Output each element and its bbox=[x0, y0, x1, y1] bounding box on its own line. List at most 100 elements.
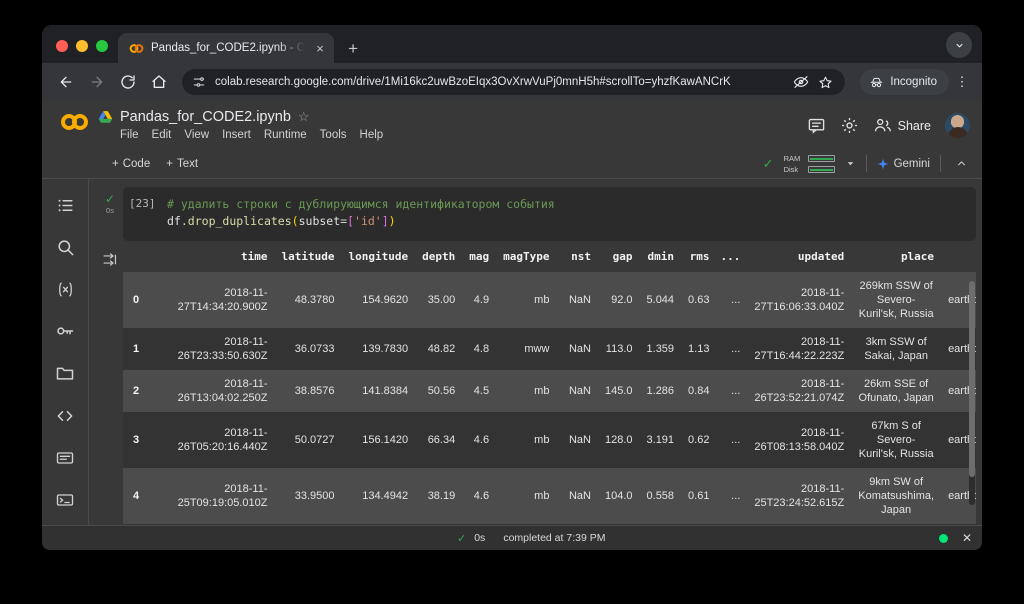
col-header-updated: updated bbox=[747, 247, 851, 272]
reload-icon[interactable] bbox=[114, 68, 142, 96]
sidebar-item-find-and-replace[interactable] bbox=[48, 230, 82, 264]
star-icon[interactable] bbox=[816, 75, 835, 90]
tune-icon[interactable] bbox=[192, 75, 206, 89]
col-header-index bbox=[123, 247, 171, 272]
minimize-window-button[interactable] bbox=[76, 40, 88, 52]
chevron-up-icon[interactable] bbox=[951, 157, 972, 170]
eye-off-icon[interactable] bbox=[788, 74, 814, 90]
comment-icon[interactable] bbox=[807, 116, 826, 135]
sidebar-item-code-snippets[interactable] bbox=[48, 399, 82, 433]
run-cell-gutter[interactable]: ✓ 0s bbox=[97, 187, 123, 241]
address-bar-url[interactable]: colab.research.google.com/drive/1Mi16kc2… bbox=[215, 76, 779, 88]
maximize-window-button[interactable] bbox=[96, 40, 108, 52]
table-row[interactable]: 0 2018-11-27T14:34:20.900Z 48.3780 154.9… bbox=[123, 272, 976, 328]
cell-ellipsis: ... bbox=[716, 412, 747, 468]
ram-row: RAM bbox=[784, 154, 835, 163]
table-row[interactable]: 1 2018-11-26T23:33:50.630Z 36.0733 139.7… bbox=[123, 328, 976, 370]
menu-runtime[interactable]: Runtime bbox=[264, 129, 307, 141]
colab-header-actions: Share bbox=[807, 107, 970, 138]
back-icon[interactable] bbox=[52, 68, 80, 96]
scrollbar-thumb[interactable] bbox=[969, 281, 975, 477]
cell-time: 2018-11-27T14:34:20.900Z bbox=[171, 272, 275, 328]
home-icon[interactable] bbox=[145, 68, 173, 96]
close-window-button[interactable] bbox=[56, 40, 68, 52]
page-title[interactable]: Pandas_for_CODE2.ipynb bbox=[120, 109, 291, 125]
code-cell[interactable]: [23] # удалить строки с дублирующимся ид… bbox=[123, 187, 976, 241]
cell-place: ... bbox=[851, 524, 941, 525]
cell-dmin: ... bbox=[640, 524, 682, 525]
sidebar-item-secrets[interactable] bbox=[48, 314, 82, 348]
cell-nst: NaN bbox=[556, 328, 598, 370]
cell-place: 3km SSW of Sakai, Japan bbox=[851, 328, 941, 370]
gemini-button[interactable]: Gemini bbox=[877, 158, 930, 170]
menu-insert[interactable]: Insert bbox=[222, 129, 251, 141]
row-index: 3 bbox=[123, 412, 171, 468]
code-token-object: df bbox=[167, 214, 181, 228]
cell-longitude: ... bbox=[341, 524, 415, 525]
add-text-label: Text bbox=[177, 158, 198, 170]
col-header-dmin: dmin bbox=[640, 247, 682, 272]
cell-depth: 66.34 bbox=[415, 412, 462, 468]
cell-gap: 92.0 bbox=[598, 272, 640, 328]
close-status-button[interactable]: ✕ bbox=[962, 531, 972, 545]
table-row[interactable]: 3 2018-11-26T05:20:16.440Z 50.0727 156.1… bbox=[123, 412, 976, 468]
colab-logo[interactable] bbox=[52, 107, 98, 131]
menu-view[interactable]: View bbox=[184, 129, 209, 141]
cell-rms: 0.63 bbox=[681, 272, 716, 328]
address-bar[interactable]: colab.research.google.com/drive/1Mi16kc2… bbox=[182, 69, 845, 95]
menu-tools[interactable]: Tools bbox=[320, 129, 347, 141]
dataframe-output[interactable]: time latitude longitude depth mag magTyp… bbox=[123, 247, 976, 525]
table-row[interactable]: 4 2018-11-25T09:19:05.010Z 33.9500 134.4… bbox=[123, 468, 976, 524]
plus-icon: + bbox=[166, 158, 173, 170]
menu-help[interactable]: Help bbox=[360, 129, 384, 141]
output-toggle-icon[interactable] bbox=[102, 251, 119, 525]
cell-nst: ... bbox=[556, 524, 598, 525]
share-button[interactable]: Share bbox=[873, 117, 931, 134]
cell-updated: 2018-11-27T16:06:33.040Z bbox=[747, 272, 851, 328]
incognito-indicator[interactable]: Incognito bbox=[860, 69, 949, 95]
code-token-function: drop_duplicates bbox=[188, 214, 292, 228]
notebook-title-block: Pandas_for_CODE2.ipynb ☆ File Edit View … bbox=[98, 107, 383, 141]
add-code-cell-button[interactable]: + Code bbox=[112, 158, 150, 170]
run-success-icon: ✓ bbox=[105, 193, 115, 205]
menu-file[interactable]: File bbox=[120, 129, 139, 141]
chevron-down-icon[interactable] bbox=[946, 32, 972, 58]
code-token-string: 'id' bbox=[354, 214, 382, 228]
cell-magtype: mww bbox=[496, 328, 556, 370]
col-header-nst: nst bbox=[556, 247, 598, 272]
col-header-rms: rms bbox=[681, 247, 716, 272]
col-header-place: place bbox=[851, 247, 941, 272]
resource-usage-indicator[interactable]: RAM Disk bbox=[784, 154, 835, 174]
add-text-cell-button[interactable]: + Text bbox=[166, 158, 198, 170]
gear-icon[interactable] bbox=[840, 116, 859, 135]
toolbar-divider bbox=[866, 155, 867, 172]
row-index: 1 bbox=[123, 328, 171, 370]
avatar[interactable] bbox=[945, 113, 970, 138]
close-tab-button[interactable]: × bbox=[312, 41, 328, 56]
cell-updated: 2018-11-25T23:24:52.615Z bbox=[747, 468, 851, 524]
star-icon[interactable]: ☆ bbox=[298, 109, 310, 125]
sidebar-item-table-of-contents[interactable] bbox=[48, 188, 82, 222]
sidebar-item-command-palette[interactable] bbox=[48, 441, 82, 475]
new-tab-button[interactable]: + bbox=[334, 40, 370, 63]
sidebar-item-terminal[interactable] bbox=[48, 483, 82, 517]
address-bar-actions bbox=[788, 74, 835, 90]
menu-edit[interactable]: Edit bbox=[152, 129, 172, 141]
sidebar-item-files[interactable] bbox=[48, 356, 82, 390]
browser-tab[interactable]: Pandas_for_CODE2.ipynb - C × bbox=[118, 33, 334, 63]
incognito-label: Incognito bbox=[890, 76, 937, 88]
cell-place: 9km SW of Komatsushima, Japan bbox=[851, 468, 941, 524]
row-index: 4 bbox=[123, 468, 171, 524]
code-comment: # удалить строки с дублирующимся идентиф… bbox=[167, 197, 555, 211]
cell-time: 2018-11-26T05:20:16.440Z bbox=[171, 412, 275, 468]
browser-menu-button[interactable]: ⋮ bbox=[952, 74, 972, 90]
chevron-down-icon[interactable] bbox=[845, 158, 856, 169]
run-elapsed-time: 0s bbox=[106, 206, 114, 215]
table-row[interactable]: 2 2018-11-26T13:04:02.250Z 38.8576 141.8… bbox=[123, 370, 976, 412]
sidebar-item-variables[interactable] bbox=[48, 272, 82, 306]
cell-dmin: 5.044 bbox=[640, 272, 682, 328]
cell-output-wrap: time latitude longitude depth mag magTyp… bbox=[97, 247, 976, 525]
code-editor[interactable]: # удалить строки с дублирующимся идентиф… bbox=[167, 196, 964, 230]
ram-label: RAM bbox=[784, 154, 804, 163]
dataframe-vertical-scrollbar[interactable] bbox=[969, 281, 975, 505]
